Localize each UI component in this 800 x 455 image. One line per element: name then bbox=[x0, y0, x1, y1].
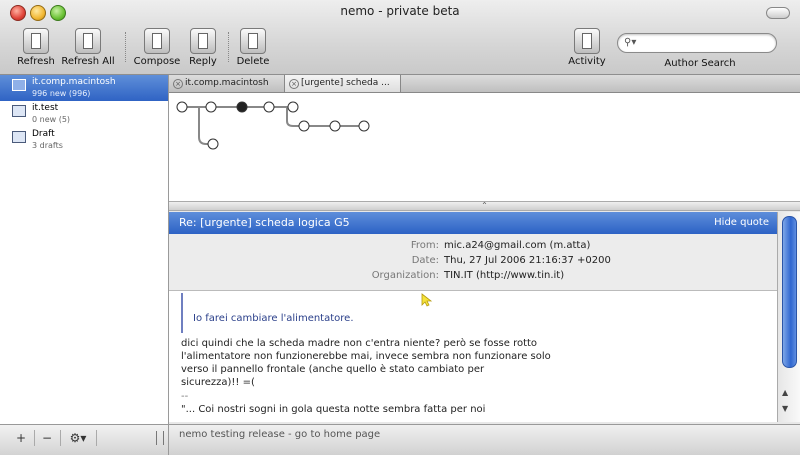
scroll-up-icon[interactable]: ▲ bbox=[782, 388, 788, 397]
message-subject: Re: [urgente] scheda logica G5 bbox=[179, 216, 350, 229]
activity-icon bbox=[574, 28, 600, 54]
message-body: Io farei cambiare l'alimentatore. dici q… bbox=[169, 291, 777, 422]
toolbar-toggle-button[interactable] bbox=[766, 7, 790, 19]
app-window: nemo - private beta Refresh Refresh All … bbox=[0, 0, 800, 455]
author-search-field[interactable]: ⚲▾ bbox=[617, 33, 777, 53]
message-scrollbar[interactable]: ▲ ▼ bbox=[777, 212, 800, 422]
thread-node[interactable] bbox=[263, 101, 275, 113]
thread-node[interactable] bbox=[358, 120, 370, 132]
sidebar-item-count: 996 new (996) bbox=[32, 89, 91, 98]
tab-urgente-scheda[interactable]: × [urgente] scheda ... bbox=[285, 75, 401, 92]
thread-node[interactable] bbox=[298, 120, 310, 132]
status-bar: nemo testing release - go to home page bbox=[169, 424, 800, 455]
hide-quote-link[interactable]: Hide quote bbox=[714, 212, 769, 234]
gear-menu-button[interactable]: ⚙▾ bbox=[60, 430, 97, 446]
activity-label: Activity bbox=[568, 56, 606, 67]
toolbar: nemo - private beta Refresh Refresh All … bbox=[0, 0, 800, 75]
signature-line: "... Coi nostri sogni in gola questa not… bbox=[181, 404, 486, 415]
date-value: Thu, 27 Jul 2006 21:16:37 +0200 bbox=[444, 255, 611, 266]
sidebar-item-it-comp-macintosh[interactable]: it.comp.macintosh 996 new (996) bbox=[0, 75, 168, 101]
sidebar: it.comp.macintosh 996 new (996) it.test … bbox=[0, 75, 169, 424]
thread-node[interactable] bbox=[207, 138, 219, 150]
close-icon[interactable]: × bbox=[289, 79, 299, 89]
thread-tree bbox=[176, 101, 370, 150]
pane-splitter[interactable]: ⌃ bbox=[169, 201, 800, 211]
newsgroup-icon bbox=[12, 105, 26, 117]
status-text[interactable]: nemo testing release - go to home page bbox=[179, 429, 380, 440]
thread-node[interactable] bbox=[287, 101, 299, 113]
pointer-cursor-icon bbox=[421, 293, 433, 307]
author-search-label: Author Search bbox=[664, 58, 736, 69]
thread-node-selected[interactable] bbox=[236, 101, 248, 113]
remove-button[interactable]: − bbox=[34, 430, 61, 446]
date-label: Date: bbox=[411, 255, 439, 266]
organization-value: TIN.IT (http://www.tin.it) bbox=[444, 270, 565, 281]
sidebar-item-label: it.comp.macintosh bbox=[32, 77, 116, 87]
tab-label: it.comp.macintosh bbox=[185, 78, 269, 88]
sidebar-item-draft[interactable]: Draft 3 drafts bbox=[0, 127, 168, 153]
delete-icon bbox=[240, 28, 266, 54]
message-headers: From: mic.a24@gmail.com (m.atta) Date: T… bbox=[169, 234, 777, 291]
refresh-all-button[interactable]: Refresh All bbox=[58, 28, 118, 67]
quoted-text: Io farei cambiare l'alimentatore. bbox=[181, 293, 581, 333]
body-line: l'alimentatore non funzionerebbe mai, in… bbox=[181, 351, 551, 362]
add-button[interactable]: + bbox=[8, 430, 35, 446]
sidebar-resize-handle[interactable] bbox=[156, 431, 164, 445]
search-icon: ⚲▾ bbox=[624, 37, 637, 48]
body-line: verso il pannello frontale (anche quello… bbox=[181, 364, 485, 375]
body-line: sicurezza)!! =( bbox=[181, 377, 255, 388]
thread-node[interactable] bbox=[176, 101, 188, 113]
draft-icon bbox=[12, 131, 26, 143]
signature-separator: -- bbox=[181, 391, 189, 402]
quoted-line: Io farei cambiare l'alimentatore. bbox=[193, 313, 354, 324]
newsgroup-icon bbox=[12, 79, 26, 91]
scrollbar-thumb[interactable] bbox=[782, 216, 797, 368]
compose-icon bbox=[144, 28, 170, 54]
thread-node[interactable] bbox=[329, 120, 341, 132]
refresh-button[interactable]: Refresh bbox=[6, 28, 66, 67]
tab-label: [urgente] scheda ... bbox=[301, 78, 390, 88]
tab-bar: × it.comp.macintosh × [urgente] scheda .… bbox=[169, 75, 800, 93]
author-search-input[interactable] bbox=[642, 35, 774, 51]
window-title: nemo - private beta bbox=[340, 4, 460, 18]
tab-it-comp-macintosh[interactable]: × it.comp.macintosh bbox=[169, 75, 285, 92]
from-label: From: bbox=[410, 240, 439, 251]
message-subject-bar: Re: [urgente] scheda logica G5 Hide quot… bbox=[169, 212, 777, 234]
refresh-label: Refresh bbox=[17, 56, 55, 67]
refresh-all-label: Refresh All bbox=[61, 56, 115, 67]
refresh-all-icon bbox=[75, 28, 101, 54]
thread-graph bbox=[169, 93, 800, 201]
sidebar-footer: + − ⚙▾ bbox=[0, 424, 169, 455]
delete-label: Delete bbox=[236, 56, 270, 67]
activity-button[interactable]: Activity bbox=[557, 28, 617, 67]
reply-icon bbox=[190, 28, 216, 54]
from-value[interactable]: mic.a24@gmail.com (m.atta) bbox=[444, 240, 590, 251]
sidebar-item-label: it.test bbox=[32, 103, 59, 113]
sidebar-item-it-test[interactable]: it.test 0 new (5) bbox=[0, 101, 168, 127]
body-line: dici quindi che la scheda madre non c'en… bbox=[181, 338, 538, 349]
organization-label: Organization: bbox=[371, 270, 439, 281]
close-icon[interactable]: × bbox=[173, 79, 183, 89]
scroll-down-icon[interactable]: ▼ bbox=[782, 404, 788, 413]
refresh-icon bbox=[23, 28, 49, 54]
delete-button[interactable]: Delete bbox=[223, 28, 283, 67]
thread-node[interactable] bbox=[205, 101, 217, 113]
sidebar-item-label: Draft bbox=[32, 129, 55, 139]
sidebar-item-count: 0 new (5) bbox=[32, 115, 71, 124]
sidebar-item-count: 3 drafts bbox=[32, 141, 63, 150]
